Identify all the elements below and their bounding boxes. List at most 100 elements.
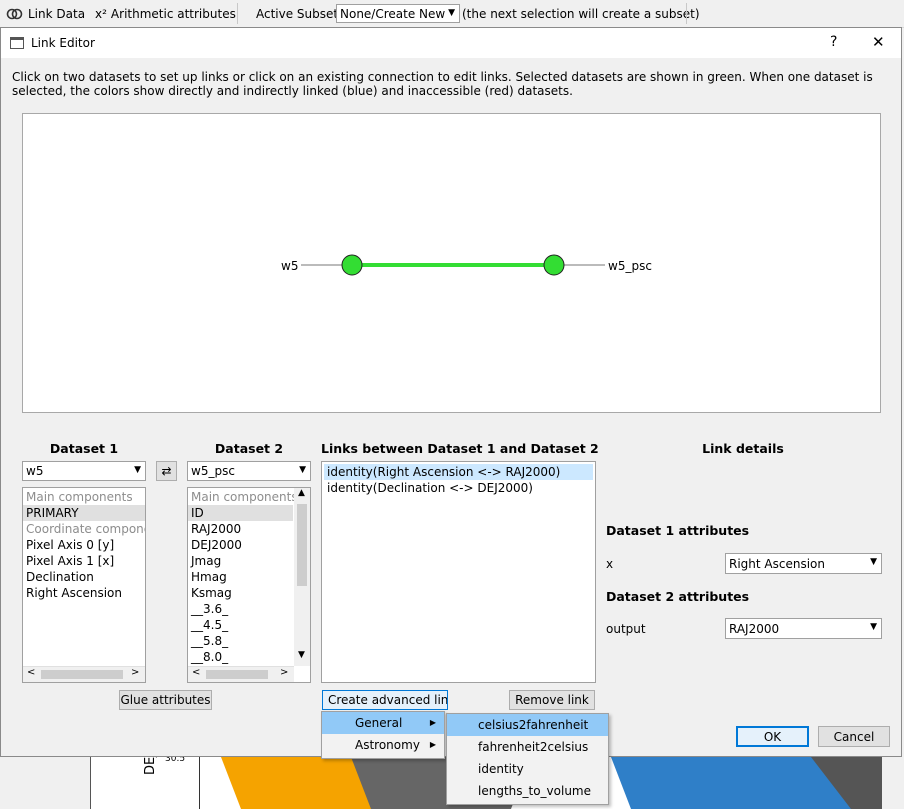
menu-item-general[interactable]: General ▶ [322, 712, 444, 734]
general-submenu: celsius2fahrenheit fahrenheit2celsius id… [446, 713, 609, 805]
list-item[interactable]: Jmag [188, 553, 293, 569]
create-advanced-link-button[interactable]: Create advanced link [322, 690, 448, 710]
window-icon [10, 37, 24, 49]
ok-button[interactable]: OK [736, 726, 809, 747]
advanced-link-menu: General ▶ Astronomy ▶ [321, 711, 445, 759]
swap-datasets-button[interactable]: ⇄ [156, 461, 177, 481]
dataset1-header: Dataset 1 [49, 441, 119, 456]
list-item[interactable]: Right Ascension [23, 585, 145, 601]
submenu-item[interactable]: celsius2fahrenheit [447, 714, 608, 736]
list-item: Main components [26, 490, 133, 504]
close-icon[interactable]: ✕ [872, 33, 885, 51]
chevron-down-icon[interactable]: ▼ [298, 650, 305, 660]
list-item: Coordinate components [26, 522, 145, 536]
link-data-button[interactable]: Link Data [6, 3, 85, 24]
graph-node-label: w5_psc [608, 259, 652, 273]
dataset2-selected: w5_psc [191, 464, 235, 478]
dialog-titlebar: Link Editor ? ✕ [1, 28, 901, 58]
dataset1-attribute-list[interactable]: Main components PRIMARY Coordinate compo… [22, 487, 146, 683]
list-item[interactable]: __5.8_ [188, 633, 293, 649]
dataset-graph-canvas[interactable]: w5 w5_psc [22, 113, 881, 413]
dataset2-header: Dataset 2 [214, 441, 284, 456]
links-header: Links between Dataset 1 and Dataset 2 [321, 441, 599, 456]
chevron-down-icon: ▼ [870, 622, 877, 632]
glue-attributes-button[interactable]: Glue attributes [119, 690, 212, 710]
create-advanced-link-label: Create advanced link [328, 693, 448, 707]
list-item: Main components [191, 490, 298, 504]
swap-icon: ⇄ [161, 464, 172, 478]
arithmetic-attributes-button[interactable]: x² Arithmetic attributes [95, 3, 236, 24]
list-item[interactable]: Declination [23, 569, 145, 585]
list-item[interactable]: Pixel Axis 1 [x] [23, 553, 145, 569]
main-toolbar: Link Data x² Arithmetic attributes Activ… [0, 0, 904, 28]
arithmetic-attributes-label: Arithmetic attributes [110, 6, 236, 21]
dataset2-combo[interactable]: w5_psc ▼ [187, 461, 311, 481]
chevron-down-icon: ▼ [870, 557, 877, 567]
list-item[interactable]: PRIMARY [23, 505, 145, 521]
list-item[interactable]: DEJ2000 [188, 537, 293, 553]
scrollbar-thumb[interactable] [41, 670, 123, 679]
list-item[interactable]: __4.5_ [188, 617, 293, 633]
horizontal-scrollbar[interactable]: < > [188, 666, 294, 682]
chevron-down-icon: ▼ [299, 465, 306, 475]
chevron-left-icon[interactable]: < [192, 667, 200, 678]
scrollbar-thumb[interactable] [297, 504, 307, 586]
menu-item-astronomy[interactable]: Astronomy ▶ [322, 734, 444, 756]
menu-item-label: Astronomy [355, 738, 420, 752]
chevron-right-icon[interactable]: > [280, 667, 288, 678]
chevron-left-icon[interactable]: < [27, 667, 35, 678]
dataset1-combo[interactable]: w5 ▼ [22, 461, 146, 481]
arithmetic-icon: x² [95, 6, 107, 21]
toolbar-separator [237, 3, 238, 24]
dataset1-attribute-value: Right Ascension [729, 556, 825, 571]
toolbar-separator [686, 3, 687, 24]
submenu-item[interactable]: fahrenheit2celsius [447, 736, 608, 758]
graph-node-label: w5 [281, 259, 298, 273]
cancel-button[interactable]: Cancel [818, 726, 890, 747]
ok-label: OK [763, 729, 782, 744]
links-list[interactable]: identity(Right Ascension <-> RAJ2000) id… [321, 461, 596, 683]
link-row[interactable]: identity(Right Ascension <-> RAJ2000) [324, 464, 593, 480]
list-item[interactable]: __3.6_ [188, 601, 293, 617]
plot-axis-line [199, 757, 200, 809]
submenu-item[interactable]: identity [447, 758, 608, 780]
list-item[interactable]: ID [188, 505, 293, 521]
link-graph[interactable]: w5 w5_psc [23, 114, 880, 412]
dataset2-attributes-header: Dataset 2 attributes [606, 589, 750, 604]
dataset2-field-label: output [606, 622, 646, 636]
scrollbar-thumb[interactable] [206, 670, 268, 679]
menu-item-label: General [355, 716, 403, 730]
dataset2-attribute-combo[interactable]: RAJ2000 ▼ [725, 618, 882, 639]
chevron-right-icon: ▶ [429, 740, 436, 749]
list-item[interactable]: RAJ2000 [188, 521, 293, 537]
link-details-header: Link details [702, 441, 784, 456]
dataset1-field-label: x [606, 557, 614, 571]
graph-node-w5-psc[interactable] [543, 254, 565, 276]
remove-link-button[interactable]: Remove link [509, 690, 595, 710]
dataset2-attribute-value: RAJ2000 [729, 621, 780, 636]
list-item[interactable]: Hmag [188, 569, 293, 585]
chevron-down-icon: ▼ [134, 465, 141, 475]
dataset1-selected: w5 [26, 464, 44, 478]
horizontal-scrollbar[interactable]: < > [23, 666, 145, 682]
dataset2-attribute-list[interactable]: Main components ID RAJ2000 DEJ2000 Jmag … [187, 487, 311, 683]
glue-attributes-label: Glue attributes [120, 693, 211, 707]
active-subset-combo[interactable]: None/Create New ▼ [336, 4, 460, 23]
chevron-up-icon[interactable]: ▲ [298, 488, 305, 498]
link-editor-dialog: Link Editor ? ✕ Click on two datasets to… [0, 27, 902, 757]
cancel-label: Cancel [833, 729, 875, 744]
list-item[interactable]: Pixel Axis 0 [y] [23, 537, 145, 553]
link-row[interactable]: identity(Declination <-> DEJ2000) [324, 480, 593, 496]
subset-hint: (the next selection will create a subset… [462, 6, 700, 21]
chevron-right-icon[interactable]: > [131, 667, 139, 678]
active-subset-label: Active Subset: [256, 6, 343, 21]
active-subset-value: None/Create New [340, 6, 446, 21]
dataset1-attributes-header: Dataset 1 attributes [606, 523, 750, 538]
list-item[interactable]: __8.0_ [188, 649, 293, 665]
help-button[interactable]: ? [830, 34, 837, 50]
dataset1-attribute-combo[interactable]: Right Ascension ▼ [725, 553, 882, 574]
graph-node-w5[interactable] [341, 254, 363, 276]
vertical-scrollbar[interactable]: ▲ ▼ [294, 488, 310, 666]
submenu-item[interactable]: lengths_to_volume [447, 780, 608, 802]
list-item[interactable]: Ksmag [188, 585, 293, 601]
